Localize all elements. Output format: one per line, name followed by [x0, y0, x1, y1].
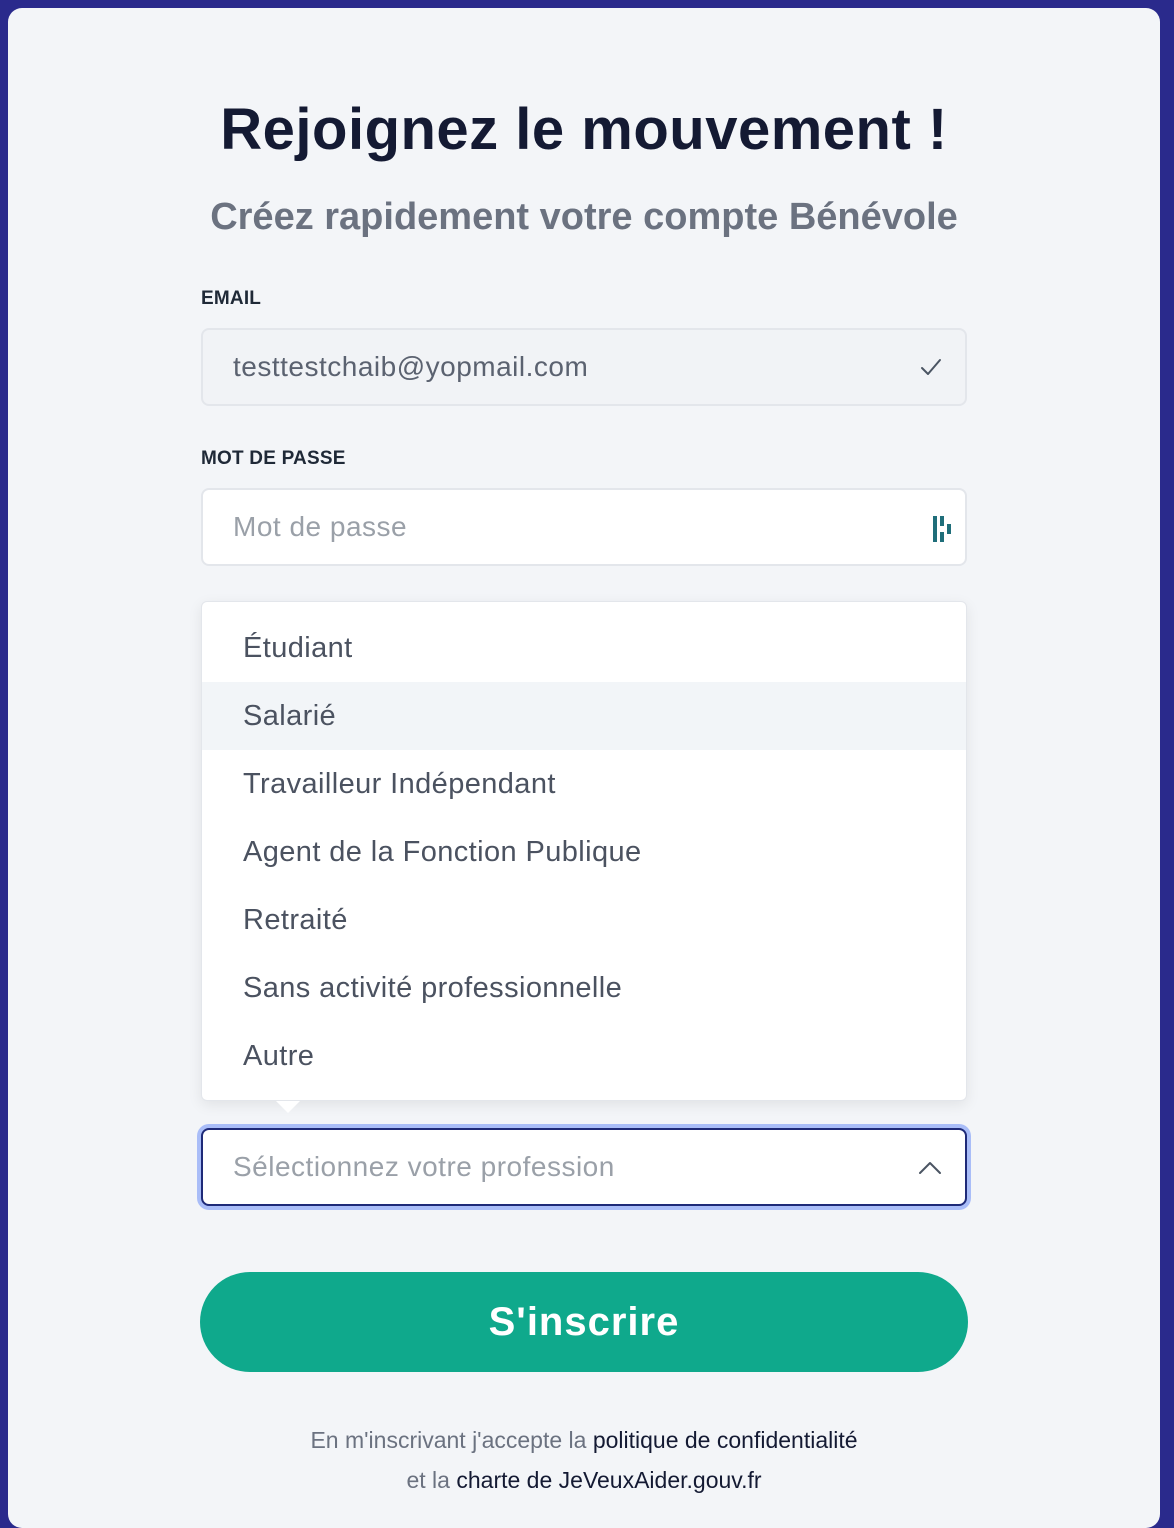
password-placeholder: Mot de passe [233, 511, 408, 542]
legal-line-2: et la charte de JeVeuxAider.gouv.fr [8, 1460, 1160, 1500]
profession-select[interactable]: Sélectionnez votre profession [201, 1128, 967, 1206]
email-value: testtestchaib@yopmail.com [233, 351, 589, 382]
dropdown-caret [276, 1101, 300, 1113]
legal-prefix-2: et la [406, 1467, 457, 1493]
option-etudiant[interactable]: Étudiant [202, 614, 966, 682]
email-label: EMAIL [201, 288, 262, 309]
charter-link[interactable]: charte de JeVeuxAider.gouv.fr [456, 1467, 761, 1493]
profession-dropdown-menu: Étudiant Salarié Travailleur Indépendant… [201, 601, 967, 1101]
option-retraite[interactable]: Retraité [202, 886, 966, 954]
chevron-up-icon [919, 1162, 941, 1174]
password-field[interactable]: Mot de passe [201, 488, 967, 566]
option-travailleur-independant[interactable]: Travailleur Indépendant [202, 750, 966, 818]
option-sans-activite[interactable]: Sans activité professionnelle [202, 954, 966, 1022]
password-manager-icon[interactable] [931, 514, 955, 544]
option-salarie[interactable]: Salarié [202, 682, 966, 750]
page-subtitle: Créez rapidement votre compte Bénévole [210, 196, 958, 238]
signup-button[interactable]: S'inscrire [200, 1272, 968, 1372]
signup-card: Rejoignez le mouvement ! Créez rapidemen… [8, 8, 1160, 1528]
check-icon [921, 359, 941, 375]
legal-line-1: En m'inscrivant j'accepte la politique d… [8, 1420, 1160, 1460]
email-field[interactable]: testtestchaib@yopmail.com [201, 328, 967, 406]
page-title: Rejoignez le mouvement ! [220, 97, 948, 162]
option-agent-fonction-publique[interactable]: Agent de la Fonction Publique [202, 818, 966, 886]
privacy-policy-link[interactable]: politique de confidentialité [593, 1427, 858, 1453]
legal-prefix-1: En m'inscrivant j'accepte la [310, 1427, 593, 1453]
option-autre[interactable]: Autre [202, 1022, 966, 1090]
profession-placeholder: Sélectionnez votre profession [233, 1151, 615, 1182]
password-label: MOT DE PASSE [201, 448, 346, 469]
